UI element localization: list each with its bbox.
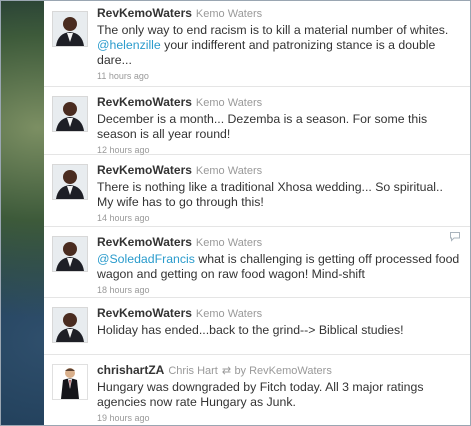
- avatar[interactable]: [52, 236, 88, 272]
- tweet-text: There is nothing like a traditional Xhos…: [97, 180, 443, 209]
- tweet-item: RevKemoWaters Kemo Waters @SoledadFrancis…: [44, 227, 471, 298]
- screen-name[interactable]: RevKemoWaters: [97, 235, 192, 249]
- tweet-text: The only way to end racism is to kill a …: [97, 23, 461, 68]
- screen-name[interactable]: RevKemoWaters: [97, 306, 192, 320]
- avatar[interactable]: [52, 307, 88, 343]
- screen-name[interactable]: chrishartZA: [97, 363, 164, 377]
- mention-link[interactable]: @SoledadFrancis: [97, 252, 195, 266]
- full-name: Kemo Waters: [195, 165, 263, 177]
- tweet-item: chrishartZA Chris Hart ⇄ by RevKemoWaters …: [44, 355, 471, 426]
- tweet-item: RevKemoWaters Kemo Waters The only way to…: [44, 0, 471, 87]
- retweeted-by[interactable]: by RevKemoWaters: [234, 365, 331, 377]
- full-name: Kemo Waters: [195, 97, 263, 109]
- timestamp[interactable]: 11 hours ago: [97, 71, 461, 82]
- full-name: Kemo Waters: [195, 237, 263, 249]
- screen-name[interactable]: RevKemoWaters: [97, 95, 192, 109]
- tweet-text: Hungary was downgraded by Fitch today. A…: [97, 380, 424, 409]
- screen-name[interactable]: RevKemoWaters: [97, 6, 192, 20]
- avatar[interactable]: [52, 96, 88, 132]
- tweet-item: RevKemoWaters Kemo Waters There is nothin…: [44, 155, 471, 227]
- tweet-text-part: The only way to end racism is to kill a …: [97, 23, 449, 37]
- full-name: Kemo Waters: [195, 8, 263, 20]
- full-name: Kemo Waters: [195, 308, 263, 320]
- tweet-text: December is a month... Dezemba is a seas…: [97, 112, 428, 141]
- timestamp[interactable]: 19 hours ago: [97, 413, 461, 424]
- timestamp[interactable]: 14 hours ago: [97, 213, 461, 224]
- avatar[interactable]: [52, 164, 88, 200]
- tweet-text: @SoledadFrancis what is challenging is g…: [97, 252, 461, 282]
- tweet-text: Holiday has ended...back to the grind-->…: [97, 323, 404, 337]
- timestamp[interactable]: 18 hours ago: [97, 285, 461, 296]
- full-name: Chris Hart: [168, 365, 218, 377]
- mention-link[interactable]: @helenzille: [97, 38, 161, 52]
- tweet-item: RevKemoWaters Kemo Waters Holiday has end…: [44, 298, 471, 355]
- avatar[interactable]: [52, 364, 88, 400]
- tweet-item: RevKemoWaters Kemo Waters December is a m…: [44, 87, 471, 155]
- retweet-icon: ⇄: [221, 365, 232, 377]
- tweet-timeline: RevKemoWaters Kemo Waters The only way to…: [44, 0, 471, 426]
- screen-name[interactable]: RevKemoWaters: [97, 163, 192, 177]
- avatar[interactable]: [52, 11, 88, 47]
